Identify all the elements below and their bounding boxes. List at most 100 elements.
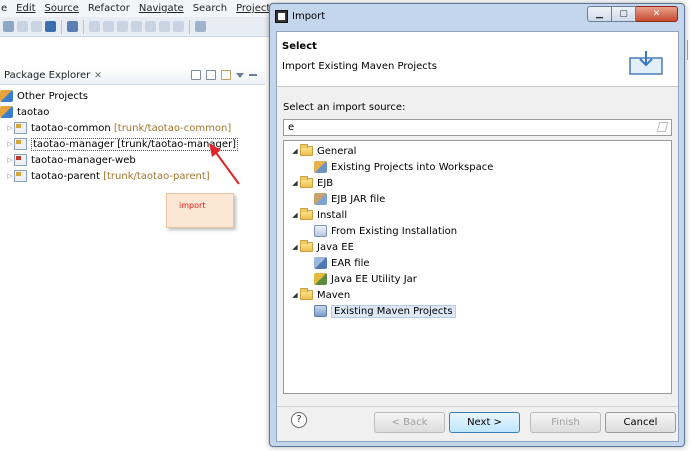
- tree-item[interactable]: EAR file: [314, 255, 370, 271]
- expand-arrow-icon[interactable]: ▷: [6, 124, 14, 132]
- maven-project-icon: [14, 138, 27, 150]
- collapse-arrow-icon[interactable]: ◢: [290, 179, 300, 187]
- view-menu-icon[interactable]: [236, 72, 244, 78]
- main-toolbar: [0, 17, 270, 37]
- disconnect-icon[interactable]: [131, 21, 142, 32]
- expand-arrow-icon[interactable]: ▷: [6, 140, 14, 148]
- collapse-arrow-icon[interactable]: ◢: [290, 211, 300, 219]
- tree-item[interactable]: ▷ taotao-common [trunk/taotao-common]: [0, 120, 265, 136]
- save-icon[interactable]: [17, 21, 28, 32]
- folder-icon: [300, 240, 313, 252]
- terminal-icon[interactable]: [45, 21, 56, 32]
- step-return-icon[interactable]: [173, 21, 184, 32]
- existing-projects-icon: [314, 161, 327, 173]
- maximize-button[interactable]: ▢: [612, 6, 636, 22]
- tree-category[interactable]: ◢ Install: [290, 207, 347, 223]
- expand-arrow-icon[interactable]: ▷: [6, 156, 14, 164]
- skip-breakpoints-icon[interactable]: [67, 21, 78, 32]
- tree-category[interactable]: ◢ EJB: [290, 175, 333, 191]
- button-bar-separator: [277, 406, 678, 407]
- tree-category[interactable]: ◢ Maven: [290, 287, 350, 303]
- ejb-jar-icon: [314, 193, 327, 205]
- filter-input[interactable]: e: [283, 119, 672, 136]
- collapse-arrow-icon[interactable]: ◢: [290, 291, 300, 299]
- installation-icon: [314, 225, 327, 237]
- web-project-icon: [14, 154, 27, 166]
- folder-icon: [300, 144, 313, 156]
- folder-icon: [300, 176, 313, 188]
- folder-icon: [300, 288, 313, 300]
- back-button[interactable]: < Back: [374, 412, 445, 433]
- collapse-arrow-icon[interactable]: ◢: [290, 243, 300, 251]
- window-controls: ▁ ▢ ✕: [587, 6, 678, 22]
- import-source-tree: ◢ General Existing Projects into Workspa…: [283, 140, 672, 394]
- finish-button[interactable]: Finish: [530, 412, 601, 433]
- menu-file[interactable]: e: [1, 3, 7, 14]
- new-icon[interactable]: [3, 21, 14, 32]
- working-set-icon: [0, 106, 13, 118]
- dialog-titlebar[interactable]: Import ▁ ▢ ✕: [270, 4, 684, 29]
- next-button[interactable]: Next >: [449, 412, 520, 433]
- menu-navigate[interactable]: Navigate: [139, 3, 184, 14]
- utility-jar-icon: [314, 273, 327, 285]
- dialog-title: Import: [292, 11, 326, 22]
- annotation-note-text: import: [179, 201, 206, 210]
- import-wizard-icon: [629, 51, 663, 75]
- import-source-label: Select an import source:: [283, 102, 406, 113]
- collapse-arrow-icon[interactable]: ◢: [290, 147, 300, 155]
- save-all-icon[interactable]: [31, 21, 42, 32]
- tree-item[interactable]: Existing Projects into Workspace: [314, 159, 493, 175]
- maven-project-icon: [14, 122, 27, 134]
- link-with-editor-icon[interactable]: [206, 70, 216, 80]
- tree-item[interactable]: From Existing Installation: [314, 223, 457, 239]
- package-explorer-tab[interactable]: Package Explorer ✕: [0, 67, 265, 85]
- minimize-button[interactable]: ▁: [587, 6, 612, 22]
- tree-item-selected[interactable]: Existing Maven Projects: [314, 303, 456, 319]
- menu-source[interactable]: Source: [45, 3, 79, 14]
- background-window-edge: [687, 40, 692, 60]
- menu-refactor[interactable]: Refactor: [88, 3, 130, 14]
- minimize-icon[interactable]: [249, 74, 257, 76]
- menu-bar: e Edit Source Refactor Navigate Search P…: [0, 0, 270, 17]
- help-icon[interactable]: ?: [291, 412, 307, 428]
- close-view-icon[interactable]: ✕: [94, 71, 102, 81]
- tree-item[interactable]: Java EE Utility Jar: [314, 271, 417, 287]
- step-into-icon[interactable]: [145, 21, 156, 32]
- folder-icon: [300, 208, 313, 220]
- view-toolbar: [191, 70, 257, 80]
- step-over-icon[interactable]: [159, 21, 170, 32]
- toolbar-separator: [83, 19, 84, 34]
- toolbar-separator: [189, 19, 190, 34]
- working-set-icon: [0, 90, 13, 102]
- collapse-all-icon[interactable]: [191, 70, 201, 80]
- clear-filter-icon[interactable]: [656, 122, 669, 132]
- maven-projects-icon: [314, 305, 327, 317]
- tree-category[interactable]: ◢ General: [290, 143, 356, 159]
- tree-item[interactable]: Other Projects: [0, 88, 265, 104]
- menu-search[interactable]: Search: [193, 3, 227, 14]
- ear-file-icon: [314, 257, 327, 269]
- resume-icon[interactable]: [89, 21, 100, 32]
- annotation-note: import: [166, 193, 234, 228]
- close-button[interactable]: ✕: [636, 6, 678, 22]
- wizard-page-description: Import Existing Maven Projects: [282, 61, 437, 72]
- maven-project-icon: [14, 170, 27, 182]
- use-step-filters-icon[interactable]: [195, 21, 206, 32]
- terminate-icon[interactable]: [117, 21, 128, 32]
- eclipse-app-icon: [275, 10, 288, 23]
- wizard-page-title: Select: [282, 41, 317, 52]
- tree-item[interactable]: taotao: [0, 104, 265, 120]
- tree-category[interactable]: ◢ Java EE: [290, 239, 354, 255]
- package-explorer-title: Package Explorer: [4, 70, 91, 81]
- dialog-client: Select Import Existing Maven Projects Se…: [276, 31, 679, 442]
- import-dialog: Import ▁ ▢ ✕ Select Import Existing Mave…: [269, 3, 685, 447]
- wizard-banner: Select Import Existing Maven Projects: [277, 32, 678, 87]
- cancel-button[interactable]: Cancel: [605, 412, 676, 433]
- suspend-icon[interactable]: [103, 21, 114, 32]
- annotation-arrow: [209, 143, 240, 185]
- focus-icon[interactable]: [221, 70, 231, 80]
- menu-project[interactable]: Project: [236, 3, 270, 14]
- expand-arrow-icon[interactable]: ▷: [6, 172, 14, 180]
- menu-edit[interactable]: Edit: [16, 3, 35, 14]
- tree-item[interactable]: EJB JAR file: [314, 191, 385, 207]
